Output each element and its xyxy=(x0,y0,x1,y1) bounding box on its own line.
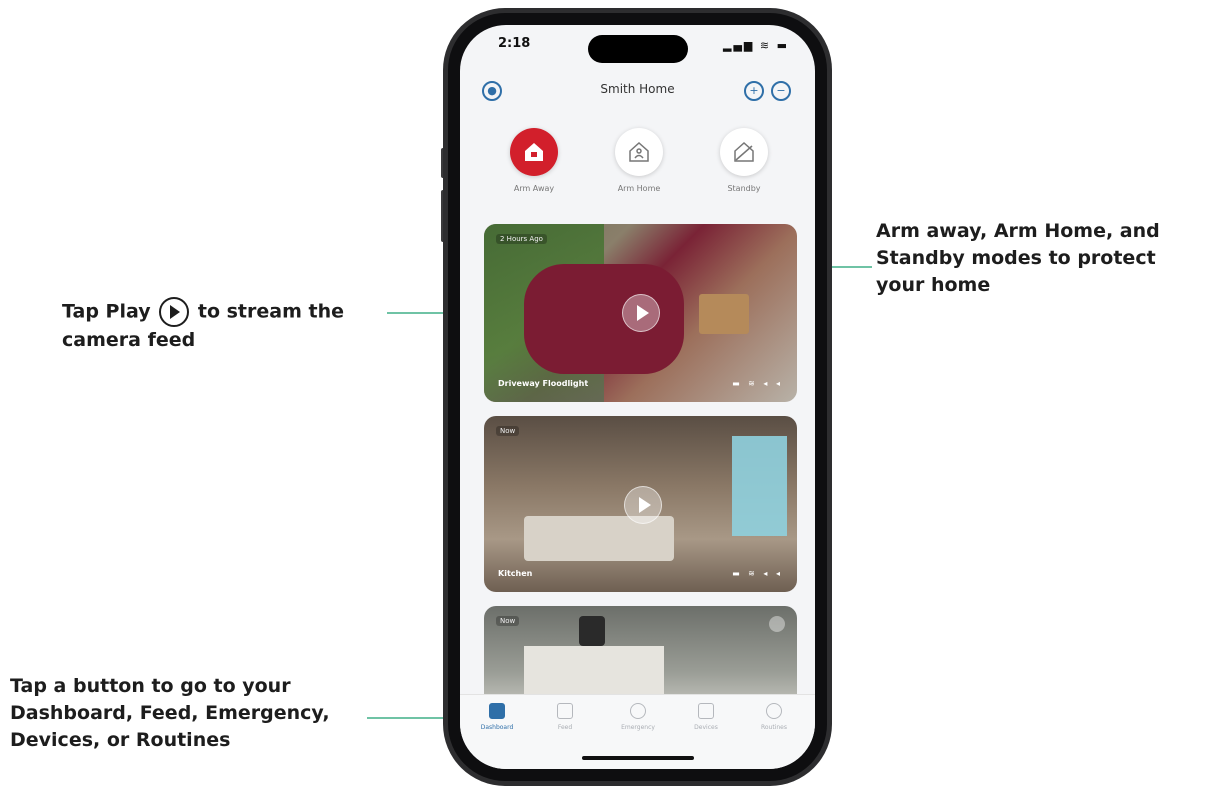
callout-tabs: Tap a button to go to your Dashboard, Fe… xyxy=(10,673,330,754)
mode-standby[interactable]: Standby xyxy=(699,128,789,193)
app-header: ● Smith Home + − xyxy=(460,77,815,105)
callout-tabs-line3: Devices, or Routines xyxy=(10,729,231,751)
tab-feed[interactable]: Feed xyxy=(535,703,595,731)
status-icons: ▂▄▆ ≋ ▬ xyxy=(723,39,789,52)
tab-emergency[interactable]: Emergency xyxy=(608,703,668,731)
camera-timestamp: Now xyxy=(496,616,520,626)
app-screen: 2:18 ▂▄▆ ≋ ▬ ● Smith Home + − Arm Away A… xyxy=(460,25,815,769)
callout-play-text-c: camera feed xyxy=(62,329,196,351)
tab-routines-label: Routines xyxy=(760,724,787,731)
routines-icon xyxy=(766,703,782,719)
arm-home-label: Arm Home xyxy=(617,184,661,193)
callout-play-text-b: to stream the xyxy=(197,300,344,323)
phone-frame: 2:18 ▂▄▆ ≋ ▬ ● Smith Home + − Arm Away A… xyxy=(443,8,832,786)
camera-status-icons: ▬ ≋ ◂ ◂ xyxy=(732,569,783,578)
tab-dashboard[interactable]: Dashboard xyxy=(467,703,527,731)
home-indicator[interactable] xyxy=(582,756,694,760)
arm-home-button[interactable] xyxy=(615,128,663,176)
more-icon[interactable]: − xyxy=(771,81,791,101)
tab-feed-label: Feed xyxy=(557,724,573,731)
camera-status-icons: ▬ ≋ ◂ ◂ xyxy=(732,379,783,388)
mode-arm-away[interactable]: Arm Away xyxy=(489,128,579,193)
arm-away-label: Arm Away xyxy=(513,184,555,193)
camera-card-driveway[interactable]: 2 Hours Ago Driveway Floodlight ▬ ≋ ◂ ◂ xyxy=(484,224,797,402)
tab-devices[interactable]: Devices xyxy=(676,703,736,731)
home-off-icon xyxy=(734,141,754,162)
camera-timestamp: Now xyxy=(496,426,520,436)
camera-name: Driveway Floodlight xyxy=(498,379,589,388)
dynamic-island xyxy=(588,35,688,63)
add-icon[interactable]: + xyxy=(744,81,764,101)
tab-devices-label: Devices xyxy=(694,724,718,731)
callout-tabs-line2: Dashboard, Feed, Emergency, xyxy=(10,702,330,724)
camera-timestamp: 2 Hours Ago xyxy=(496,234,547,244)
callout-tabs-line1: Tap a button to go to your xyxy=(10,675,291,697)
play-button[interactable] xyxy=(622,294,660,332)
kitchen-island xyxy=(524,516,674,561)
home-person-icon xyxy=(629,141,649,162)
callout-modes-line3: your home xyxy=(876,274,991,296)
house-icon xyxy=(525,143,543,161)
standby-label: Standby xyxy=(727,184,761,193)
standby-button[interactable] xyxy=(720,128,768,176)
callout-play-text-a: Tap Play xyxy=(62,300,151,323)
callout-play: Tap Play to stream the camera feed xyxy=(62,297,344,354)
dashboard-icon xyxy=(489,703,505,719)
mode-selector: Arm Away Arm Home Standby xyxy=(460,128,815,208)
feed-icon xyxy=(557,703,573,719)
play-icon xyxy=(159,297,190,327)
devices-icon xyxy=(698,703,714,719)
status-bar: 2:18 ▂▄▆ ≋ ▬ xyxy=(460,35,815,63)
camera-name: Kitchen xyxy=(498,569,533,578)
arm-away-button[interactable] xyxy=(510,128,558,176)
mode-arm-home[interactable]: Arm Home xyxy=(594,128,684,193)
status-time: 2:18 xyxy=(498,36,531,51)
tab-bar: Dashboard Feed Emergency Devices Routine… xyxy=(460,694,815,769)
play-button[interactable] xyxy=(624,486,662,524)
camera-card-kitchen[interactable]: Now Kitchen ▬ ≋ ◂ ◂ xyxy=(484,416,797,592)
light-fixture xyxy=(579,616,605,646)
package xyxy=(699,294,749,334)
car xyxy=(524,264,684,374)
callout-modes-line1: Arm away, Arm Home, and xyxy=(876,220,1160,242)
callout-modes-line2: Standby modes to protect xyxy=(876,247,1156,269)
tab-emergency-label: Emergency xyxy=(621,724,655,731)
tab-dashboard-label: Dashboard xyxy=(480,724,514,731)
emergency-icon xyxy=(630,703,646,719)
callout-modes: Arm away, Arm Home, and Standby modes to… xyxy=(876,218,1160,299)
window xyxy=(732,436,787,536)
info-icon[interactable] xyxy=(769,616,785,632)
tab-routines[interactable]: Routines xyxy=(744,703,804,731)
